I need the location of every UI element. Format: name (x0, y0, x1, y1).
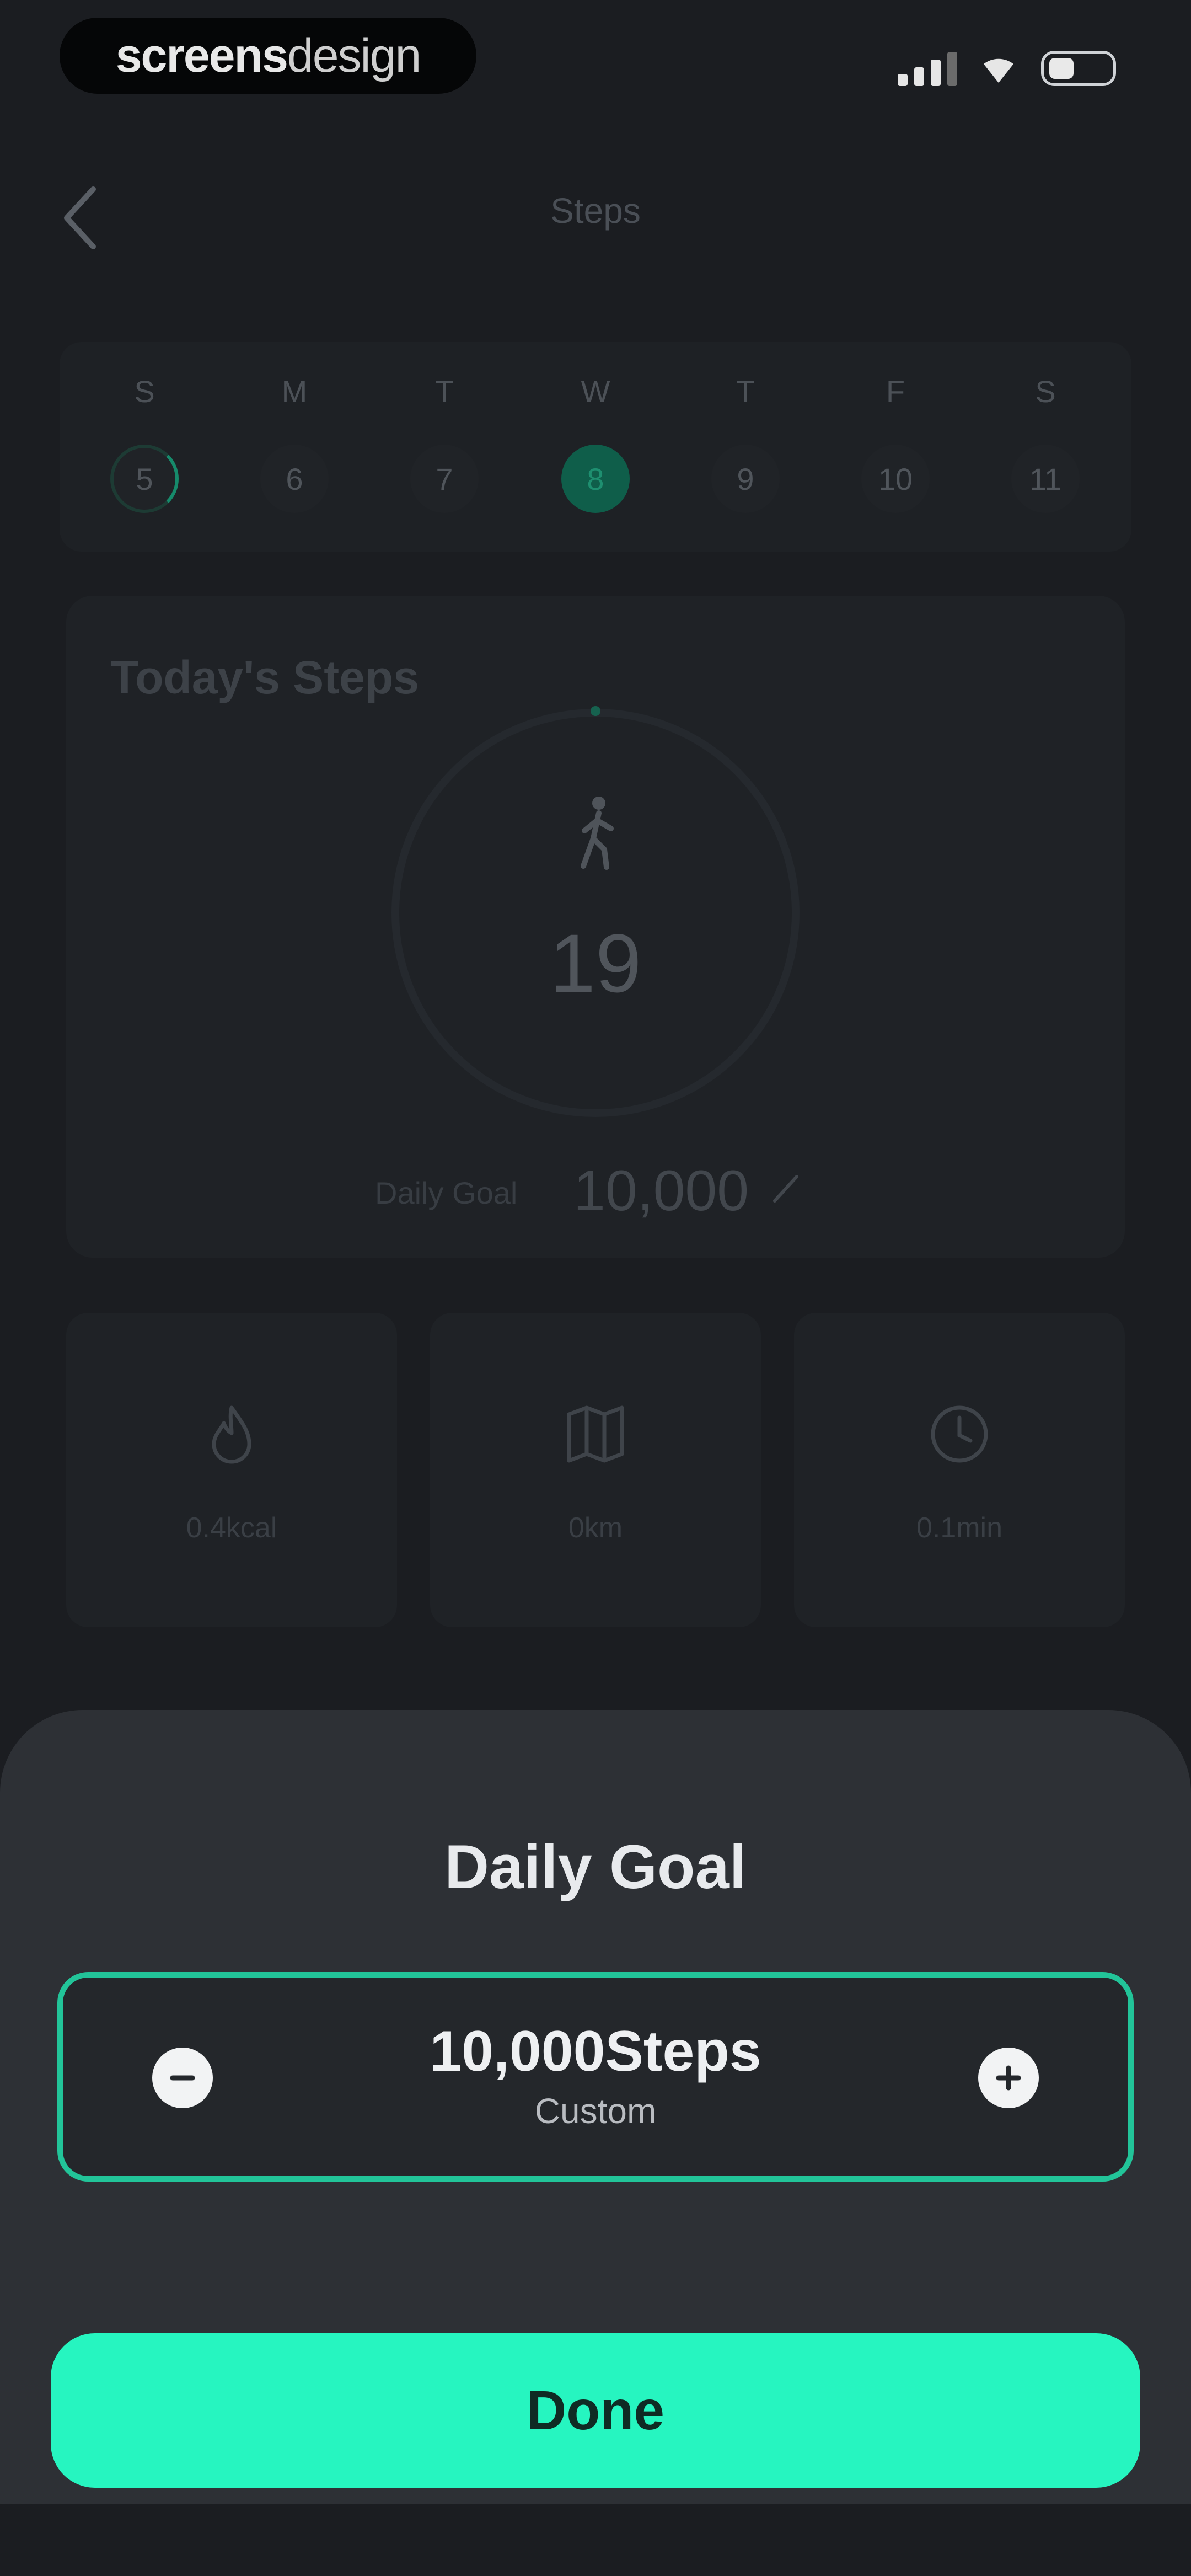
day-tue[interactable]: T 7 (389, 370, 500, 513)
minus-icon (170, 2075, 195, 2081)
signal-icon (898, 51, 958, 86)
daily-goal-value: 10,000 (573, 1159, 749, 1223)
status-bar: screens design (0, 0, 1191, 127)
day-wed-selected[interactable]: W 8 (540, 370, 651, 513)
decrement-button[interactable] (152, 2048, 213, 2108)
wifi-icon (984, 58, 1013, 83)
day-letter: M (281, 374, 308, 409)
progress-ring (391, 709, 800, 1117)
stat-tile-distance: 0km (430, 1313, 761, 1627)
stat-tile-duration: 0.1min (794, 1313, 1125, 1627)
today-steps-heading: Today's Steps (110, 651, 419, 703)
sheet-title: Daily Goal (444, 1832, 747, 1901)
flame-icon (212, 1405, 251, 1464)
duration-value: 0.1min (916, 1512, 1003, 1544)
clock-icon (931, 1405, 988, 1463)
day-fri[interactable]: F 10 (840, 370, 951, 513)
page-title: Steps (550, 191, 641, 231)
goal-mode-label: Custom (534, 2091, 657, 2131)
day-letter: S (1035, 374, 1056, 409)
day-date: 11 (1011, 445, 1080, 513)
chevron-left-icon (64, 186, 96, 249)
map-icon (567, 1405, 624, 1463)
calories-value: 0.4kcal (186, 1512, 277, 1544)
brand-bold-text: screens (115, 29, 288, 82)
steps-count: 19 (549, 917, 642, 1009)
day-letter: T (434, 374, 454, 409)
day-letter: F (886, 374, 905, 409)
done-button[interactable]: Done (51, 2333, 1140, 2488)
plus-icon (996, 2065, 1021, 2091)
day-mon[interactable]: M 6 (239, 370, 350, 513)
distance-value: 0km (568, 1512, 623, 1544)
day-sun[interactable]: S 5 (89, 370, 200, 513)
stat-tile-calories: 0.4kcal (66, 1313, 397, 1627)
day-date: 9 (711, 445, 780, 513)
increment-button[interactable] (978, 2048, 1039, 2108)
day-date: 10 (861, 445, 930, 513)
day-date: 5 (110, 445, 179, 513)
day-date: 6 (260, 445, 329, 513)
home-indicator-area (0, 2504, 1191, 2576)
progress-ring-indicator (591, 706, 600, 716)
goal-steps-value: 10,000Steps (430, 2019, 761, 2083)
brand-light-text: design (287, 29, 421, 82)
day-letter: W (581, 374, 610, 409)
day-sat[interactable]: S 11 (990, 370, 1101, 513)
day-thu[interactable]: T 9 (690, 370, 801, 513)
edit-icon[interactable] (769, 1172, 802, 1205)
daily-goal-label: Daily Goal (375, 1175, 518, 1210)
day-letter: T (736, 374, 755, 409)
walking-person-icon (581, 797, 614, 870)
brand-watermark: screens design (60, 18, 476, 94)
day-date: 8 (561, 445, 630, 513)
battery-icon (1041, 51, 1116, 86)
day-letter: S (134, 374, 155, 409)
back-button[interactable] (53, 177, 108, 259)
day-date: 7 (410, 445, 479, 513)
